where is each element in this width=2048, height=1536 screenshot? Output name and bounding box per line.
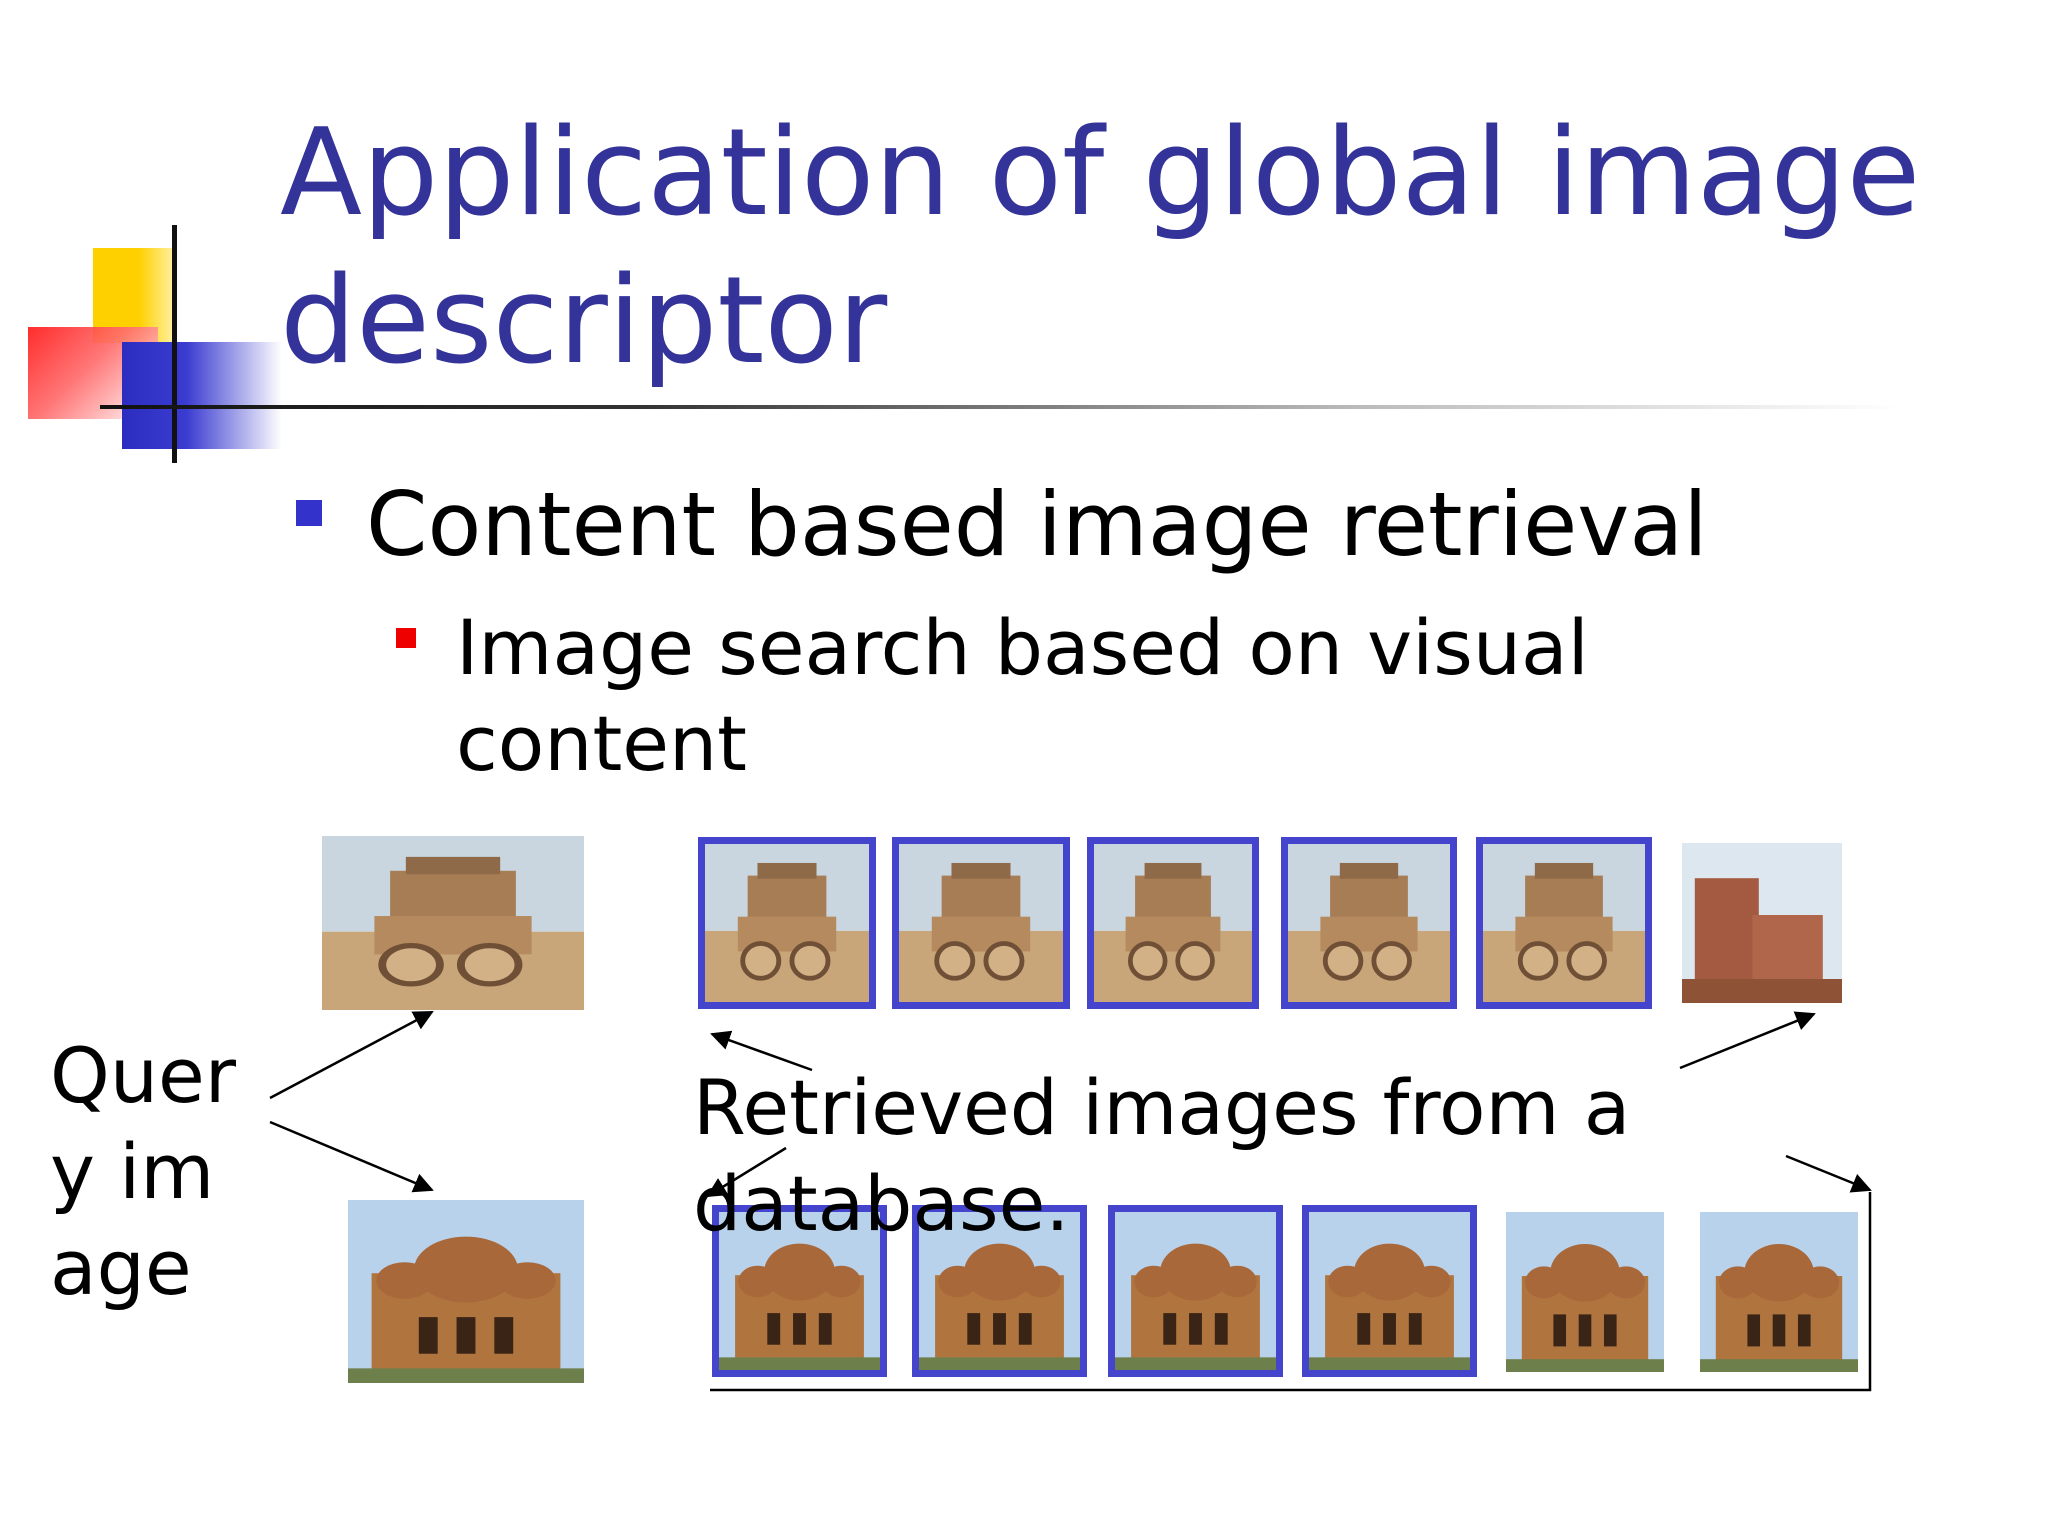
- retrieved-images-label: Retrieved images from a database.: [693, 1063, 1631, 1248]
- logo-vertical-line: [172, 225, 177, 463]
- result-image-1[interactable]: [698, 837, 876, 1009]
- slide-title: Application of global image descriptor: [280, 104, 1921, 391]
- result-image-5[interactable]: [1476, 837, 1652, 1009]
- query-image-temple[interactable]: [348, 1200, 584, 1383]
- query-arrow-down: [269, 1120, 434, 1193]
- query-image-chariot[interactable]: [322, 836, 584, 1010]
- result-image-4[interactable]: [1281, 837, 1457, 1009]
- bullet-marker-level1: [296, 500, 322, 526]
- query-arrow-up: [269, 1010, 434, 1100]
- retrieved-arrow-down-right: [1785, 1154, 1872, 1193]
- query-image-label: Query image: [50, 1031, 236, 1312]
- title-underline: [100, 405, 1900, 409]
- bullet-level2: Image search based on visual content: [456, 603, 1589, 788]
- bullet-marker-level2: [396, 628, 416, 648]
- logo-blue-square: [122, 342, 282, 449]
- result-image-2[interactable]: [892, 837, 1070, 1009]
- retrieved-arrow-up-right: [1679, 1011, 1816, 1070]
- bullet-level1: Content based image retrieval: [366, 473, 1708, 576]
- result-image-12[interactable]: [1700, 1212, 1858, 1372]
- result-image-3[interactable]: [1087, 837, 1259, 1009]
- result-image-6[interactable]: [1682, 843, 1842, 1003]
